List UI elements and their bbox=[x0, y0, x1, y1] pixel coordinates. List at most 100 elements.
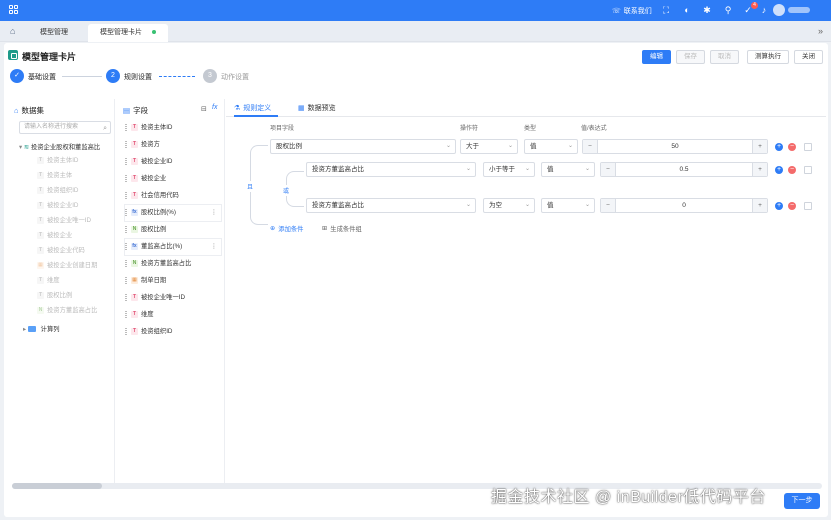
tools-icon[interactable]: ✱ bbox=[702, 5, 712, 15]
drag-handle-icon[interactable] bbox=[125, 174, 127, 182]
drag-handle-icon[interactable] bbox=[125, 310, 127, 318]
field-item[interactable]: ▦ 制单日期 bbox=[125, 273, 221, 289]
stepper-value[interactable]: 50 bbox=[598, 140, 752, 153]
app-grid-icon[interactable] bbox=[9, 5, 19, 15]
tab-model-management[interactable]: 模型管理 bbox=[28, 24, 80, 42]
delete-row-icon[interactable]: − bbox=[788, 166, 796, 174]
test-run-button[interactable]: 测算执行 bbox=[747, 50, 789, 64]
scrollbar-thumb[interactable] bbox=[12, 483, 102, 489]
stepper-value[interactable]: 0 bbox=[616, 199, 752, 212]
location-icon[interactable]: ⚲ bbox=[723, 5, 733, 15]
tree-item[interactable]: T 投资组织ID bbox=[37, 185, 79, 194]
drag-handle-icon[interactable] bbox=[125, 157, 127, 165]
drag-handle-icon[interactable] bbox=[125, 242, 127, 250]
tab-rule-definition[interactable]: ⚗ 规则定义 bbox=[234, 103, 271, 113]
condition-operator-select[interactable]: 小于等于 ⌄ bbox=[483, 162, 535, 177]
plus-icon[interactable]: + bbox=[752, 163, 767, 176]
drag-handle-icon[interactable] bbox=[125, 327, 127, 335]
add-condition-button[interactable]: ⊕ 添加条件 bbox=[270, 224, 303, 233]
drag-handle-icon[interactable] bbox=[125, 140, 127, 148]
add-row-icon[interactable]: + bbox=[775, 202, 783, 210]
row-checkbox[interactable] bbox=[804, 143, 812, 151]
save-button[interactable]: 保存 bbox=[676, 50, 705, 64]
step-label-action[interactable]: 动作设置 bbox=[221, 72, 249, 82]
next-step-button[interactable]: 下一步 bbox=[784, 493, 820, 509]
plus-icon[interactable]: + bbox=[752, 140, 767, 153]
row-checkbox[interactable] bbox=[804, 202, 812, 210]
condition-operator-select[interactable]: 为空 ⌄ bbox=[483, 198, 535, 213]
delete-row-icon[interactable]: − bbox=[788, 202, 796, 210]
contact-us-link[interactable]: ☏ 联系我们 bbox=[612, 6, 652, 16]
tree-item[interactable]: T 投资主体ID bbox=[37, 155, 79, 164]
add-row-icon[interactable]: + bbox=[775, 166, 783, 174]
minus-icon[interactable]: − bbox=[601, 199, 616, 212]
user-name-blurred[interactable] bbox=[788, 7, 810, 13]
drag-handle-icon[interactable] bbox=[125, 276, 127, 284]
stepper-value[interactable]: 0.5 bbox=[616, 163, 752, 176]
tree-item[interactable]: T 被投企业唯一ID bbox=[37, 215, 91, 224]
condition-type-select[interactable]: 值 ⌄ bbox=[541, 162, 595, 177]
more-icon[interactable]: ⋮ bbox=[211, 205, 217, 221]
minus-icon[interactable]: − bbox=[583, 140, 598, 153]
theme-icon[interactable]: ◐ bbox=[682, 5, 692, 15]
condition-type-select[interactable]: 值 ⌄ bbox=[524, 139, 578, 154]
field-item[interactable]: T 投资主体ID bbox=[125, 120, 221, 136]
fx-formula-icon[interactable]: fx bbox=[212, 104, 217, 111]
field-item[interactable]: fx 董监高占比(%) ⋮ bbox=[125, 239, 221, 255]
more-icon[interactable]: ⋮ bbox=[211, 239, 217, 255]
tree-item[interactable]: T 维度 bbox=[37, 275, 60, 284]
drag-handle-icon[interactable] bbox=[125, 123, 127, 131]
drag-handle-icon[interactable] bbox=[125, 191, 127, 199]
field-item[interactable]: T 被投企业ID bbox=[125, 154, 221, 170]
condition-value-stepper[interactable]: −0 + bbox=[600, 198, 768, 213]
minus-icon[interactable]: − bbox=[601, 163, 616, 176]
condition-field-select[interactable]: 投资方董监高占比 ⌄ bbox=[306, 162, 476, 177]
drag-handle-icon[interactable] bbox=[125, 225, 127, 233]
add-row-icon[interactable]: + bbox=[775, 143, 783, 151]
tab-model-card[interactable]: 模型管理卡片 bbox=[88, 24, 168, 42]
drag-handle-icon[interactable] bbox=[125, 208, 127, 216]
condition-value-stepper[interactable]: −50 + bbox=[582, 139, 768, 154]
tree-item[interactable]: T 投资主体 bbox=[37, 170, 72, 179]
condition-field-select[interactable]: 投资方董监高占比 ⌄ bbox=[306, 198, 476, 213]
bell-icon[interactable]: ♪ bbox=[759, 5, 769, 15]
field-item[interactable]: T 维度 bbox=[125, 307, 221, 323]
field-item[interactable]: T 社会信用代码 bbox=[125, 188, 221, 204]
tree-calc-folder[interactable]: ▸ 计算列 bbox=[23, 324, 60, 333]
logic-or-label[interactable]: 或 bbox=[283, 185, 290, 196]
condition-operator-select[interactable]: 大于 ⌄ bbox=[460, 139, 518, 154]
field-item[interactable]: T 被投企业唯一ID bbox=[125, 290, 221, 306]
field-item[interactable]: N 投资方董监高占比 bbox=[125, 256, 221, 272]
step-label-rule[interactable]: 规则设置 bbox=[124, 72, 152, 82]
field-item[interactable]: fx 股权比例(%) ⋮ bbox=[125, 205, 221, 221]
delete-row-icon[interactable]: − bbox=[788, 143, 796, 151]
field-item[interactable]: T 被投企业 bbox=[125, 171, 221, 187]
plus-icon[interactable]: + bbox=[752, 199, 767, 212]
step-label-basic[interactable]: 基础设置 bbox=[28, 72, 56, 82]
dataset-search-input[interactable]: 请输入名称进行搜索 ⌕ bbox=[19, 121, 111, 134]
avatar[interactable] bbox=[773, 4, 785, 16]
tree-root-dataset[interactable]: ▾ ≋ 投资企业股权和董监高比 bbox=[19, 142, 100, 151]
generate-group-button[interactable]: ⊞ 生成条件组 bbox=[322, 224, 362, 233]
close-button[interactable]: 关闭 bbox=[794, 50, 823, 64]
drag-handle-icon[interactable] bbox=[125, 293, 127, 301]
row-checkbox[interactable] bbox=[804, 166, 812, 174]
condition-field-select[interactable]: 股权比例 ⌄ bbox=[270, 139, 456, 154]
drag-handle-icon[interactable] bbox=[125, 259, 127, 267]
tree-item[interactable]: T 被投企业ID bbox=[37, 200, 79, 209]
tree-item[interactable]: T 被投企业代码 bbox=[37, 245, 85, 254]
tree-item[interactable]: T 被投企业 bbox=[37, 230, 72, 239]
condition-value-stepper[interactable]: −0.5 + bbox=[600, 162, 768, 177]
tab-data-preview[interactable]: ▦ 数据预览 bbox=[298, 103, 336, 113]
chevron-down-icon[interactable]: » bbox=[818, 26, 823, 36]
logic-and-label[interactable]: 且 bbox=[247, 181, 254, 192]
tree-item[interactable]: T 股权比例 bbox=[37, 290, 72, 299]
tree-item[interactable]: ▦ 被投企业创建日期 bbox=[37, 260, 97, 269]
field-item[interactable]: T 投资方 bbox=[125, 137, 221, 153]
edit-button[interactable]: 编辑 bbox=[642, 50, 671, 64]
condition-type-select[interactable]: 值 ⌄ bbox=[541, 198, 595, 213]
home-icon[interactable]: ⌂ bbox=[10, 27, 19, 36]
tree-item[interactable]: N 投资方董监高占比 bbox=[37, 305, 97, 314]
fullscreen-icon[interactable]: ⛶ bbox=[661, 5, 671, 15]
cancel-button[interactable]: 取消 bbox=[710, 50, 739, 64]
